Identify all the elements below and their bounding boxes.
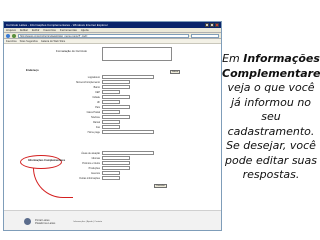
menu-favoritos[interactable]: Favoritos — [44, 28, 56, 32]
window-title: Currículo Lattes - Informações Complemen… — [6, 23, 108, 27]
footer-brand-sub: Plataforma Lattes — [35, 221, 56, 225]
close-button[interactable] — [215, 23, 219, 27]
menu-arquivo[interactable]: Arquivo — [6, 28, 16, 32]
address-bar[interactable]: http://wwws.cnpq.br/curriculoweb/pkg_men… — [18, 33, 189, 38]
page-footer: Portal Lattes Plataforma Lattes Informaç… — [4, 210, 221, 230]
menu-ajuda[interactable]: Ajuda — [81, 28, 89, 32]
field-input[interactable] — [102, 85, 130, 89]
field-label: Bairro — [93, 86, 100, 89]
field-label: Produções — [88, 167, 100, 170]
field-label: Caixa Postal — [86, 111, 100, 114]
field-label: Fax — [96, 126, 100, 129]
field-label: Telefone — [90, 116, 100, 119]
save-button[interactable]: Salvar — [170, 70, 181, 74]
field-input[interactable] — [102, 95, 130, 99]
field-input[interactable] — [102, 161, 130, 165]
field-input[interactable] — [102, 110, 120, 114]
field-input[interactable] — [102, 156, 130, 160]
field-input[interactable] — [102, 166, 130, 170]
window-controls — [205, 23, 219, 27]
slide-caption: Em Informações Complementares, veja o qu… — [222, 52, 320, 183]
field-input[interactable] — [102, 176, 120, 180]
caption-prefix: Em — [222, 52, 244, 65]
back-icon[interactable] — [6, 33, 10, 38]
field-input[interactable] — [102, 120, 120, 124]
field-label: CEP — [95, 91, 100, 94]
field-label: Número/Complemento — [75, 81, 100, 84]
favorites-item[interactable]: Favoritos — [6, 40, 17, 43]
field-label: Prêmios e títulos — [82, 162, 100, 165]
browser-window: Currículo Lattes - Informações Complemen… — [3, 21, 222, 231]
field-label: Ramal — [93, 121, 100, 124]
field-input[interactable] — [102, 75, 154, 79]
menu-editar[interactable]: Editar — [20, 28, 28, 32]
field-input[interactable] — [102, 125, 120, 129]
favorites-item[interactable]: Sites Sugeridos — [20, 40, 38, 43]
field-label: Cidade — [92, 96, 100, 99]
field-input[interactable] — [102, 151, 154, 155]
field-input[interactable] — [102, 90, 120, 94]
forward-icon[interactable] — [12, 33, 16, 38]
field-label: Outras informações — [79, 177, 100, 180]
field-label: UF — [96, 101, 100, 104]
maximize-button[interactable] — [210, 23, 214, 27]
field-label: Áreas de atuação — [81, 152, 100, 155]
footer-brand: Portal Lattes Plataforma Lattes — [35, 219, 55, 225]
cancel-button[interactable]: Cancelar — [154, 184, 167, 188]
search-box[interactable] — [191, 33, 219, 38]
page-content: Formatação do Currículo Endereço Salvar … — [4, 44, 221, 230]
field-label: Eventos — [91, 172, 100, 175]
lattes-logo-icon — [24, 218, 31, 225]
minimize-button[interactable] — [205, 23, 209, 27]
field-label: País — [95, 106, 100, 109]
field-label: Idiomas — [91, 157, 100, 160]
menu-ferramentas[interactable]: Ferramentas — [60, 28, 77, 32]
field-input[interactable] — [102, 105, 130, 109]
top-textarea[interactable] — [102, 47, 172, 61]
footer-links[interactable]: Informações | Ajuda | Contato — [73, 221, 102, 223]
field-input[interactable] — [102, 130, 154, 134]
field-input[interactable] — [102, 80, 130, 84]
field-label: Home page — [87, 131, 100, 134]
top-label: Formatação do Currículo — [56, 49, 87, 53]
address-section-label: Endereço — [26, 68, 39, 72]
field-input[interactable] — [102, 100, 120, 104]
favorites-item[interactable]: Galeria do Web Slice — [41, 40, 65, 43]
caption-suffix: , veja o que você já informou no seu cad… — [224, 81, 317, 181]
field-label: Logradouro — [87, 76, 100, 79]
field-input[interactable] — [102, 171, 120, 175]
menu-exibir[interactable]: Exibir — [32, 28, 40, 32]
field-input[interactable] — [102, 115, 130, 119]
